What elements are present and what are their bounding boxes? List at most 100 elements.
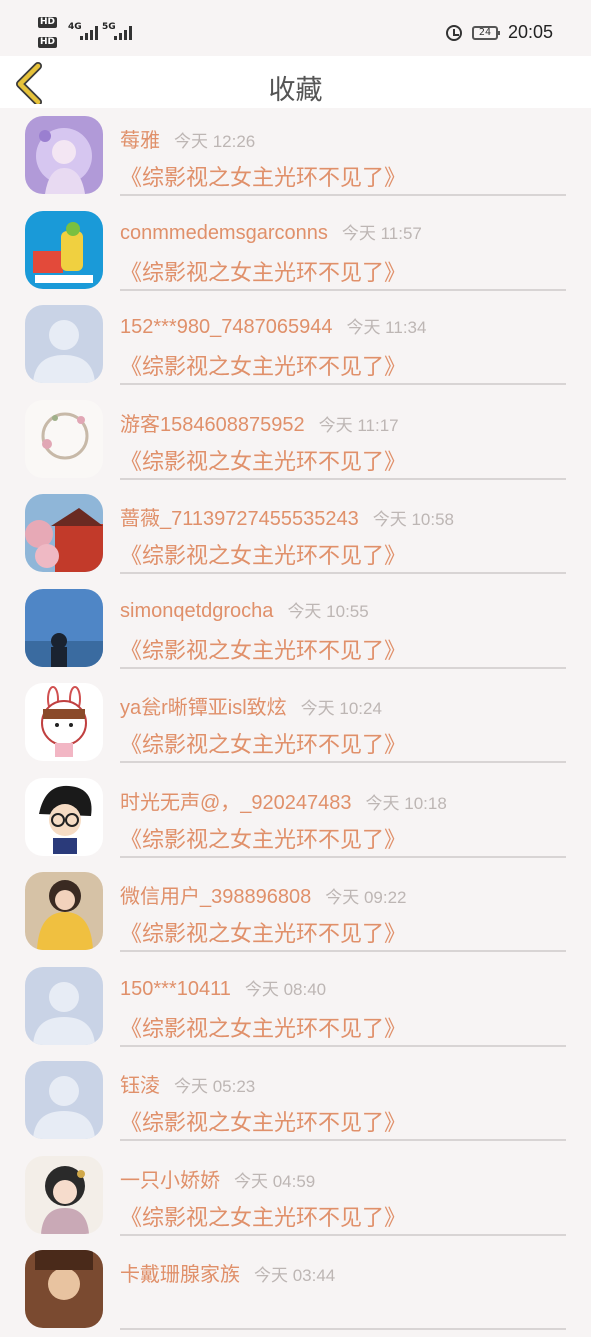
- timestamp: 今天 11:17: [318, 415, 399, 435]
- favorites-list: 莓雅 今天 12:26 《综影视之女主光环不见了》 conmmedemsgarconn…: [0, 108, 591, 1337]
- book-title[interactable]: 《综影视之女主光环不见了》: [120, 255, 406, 287]
- user-name-text: ya瓮r晰镡亚isl致炫: [120, 697, 287, 719]
- user-name: 一只小娇娇 今天 04:59: [120, 1164, 315, 1193]
- book-title[interactable]: 《综影视之女主光环不见了》: [120, 1011, 406, 1043]
- avatar[interactable]: [25, 1061, 103, 1139]
- user-name-text: 时光无声@，_920247483: [120, 791, 352, 814]
- list-item[interactable]: 时光无声@，_920247483 今天 10:18 《综影视之女主光环不见了》: [0, 770, 591, 865]
- divider: [120, 950, 566, 952]
- divider: [120, 855, 566, 858]
- divider: [120, 1139, 566, 1141]
- battery-icon: 24: [471, 25, 500, 40]
- divider: [120, 194, 566, 196]
- timestamp: 今天 10:24: [300, 699, 382, 718]
- divider: [120, 477, 566, 480]
- user-name-text: 游客1584608875952: [120, 413, 305, 436]
- user-name: 蔷薇_71139727455535243 今天 10:58: [120, 502, 454, 531]
- list-item[interactable]: 卡戴珊腺家族 今天 03:44: [0, 1242, 591, 1337]
- book-title[interactable]: 《综影视之女主光环不见了》: [120, 1200, 406, 1232]
- user-name-text: 152***980_7487065944: [120, 316, 333, 338]
- user-name-text: 卡戴珊腺家族: [120, 1264, 240, 1286]
- list-item[interactable]: 150***10411 今天 08:40 《综影视之女主光环不见了》: [0, 959, 591, 1054]
- list-item[interactable]: 一只小娇娇 今天 04:59 《综影视之女主光环不见了》: [0, 1148, 591, 1243]
- list-item[interactable]: 钰淩 今天 05:23 《综影视之女主光环不见了》: [0, 1053, 591, 1148]
- divider: [120, 288, 566, 291]
- book-title[interactable]: 《综影视之女主光环不见了》: [120, 1105, 406, 1137]
- avatar[interactable]: [25, 872, 103, 950]
- hd-badge-2: HD: [38, 37, 58, 48]
- avatar[interactable]: [25, 210, 103, 289]
- book-title[interactable]: 《综影视之女主光环不见了》: [120, 916, 406, 948]
- page-title: 收藏: [268, 75, 323, 106]
- avatar[interactable]: [25, 305, 103, 383]
- list-item[interactable]: 蔷薇_71139727455535243 今天 10:58 《综影视之女主光环不见了…: [0, 486, 591, 581]
- user-name-text: 钰淩: [120, 1075, 160, 1097]
- divider: [120, 383, 566, 385]
- timestamp: 今天 11:34: [346, 318, 427, 337]
- user-name: simonqetdgrocha 今天 10:55: [120, 597, 369, 623]
- book-title[interactable]: 《综影视之女主光环不见了》: [120, 727, 406, 759]
- timestamp: 今天 11:57: [341, 223, 422, 243]
- timestamp: 今天 04:59: [234, 1171, 316, 1191]
- avatar[interactable]: [25, 399, 103, 478]
- user-name-text: 莓雅: [120, 130, 160, 152]
- book-title[interactable]: 《综影视之女主光环不见了》: [120, 349, 406, 381]
- timestamp: 今天 09:22: [325, 888, 407, 907]
- user-name: 时光无声@，_920247483 今天 10:18: [120, 786, 447, 815]
- user-name: 钰淩 今天 05:23: [120, 1069, 255, 1098]
- divider: [120, 572, 566, 574]
- list-item[interactable]: 微信用户_398896808 今天 09:22 《综影视之女主光环不见了》: [0, 864, 591, 959]
- status-bar: HD HD 4G 5G 24 20:05: [0, 0, 591, 56]
- book-title[interactable]: 《综影视之女主光环不见了》: [120, 160, 406, 192]
- user-name-text: 一只小娇娇: [120, 1169, 220, 1192]
- user-name: 152***980_7487065944 今天 11:34: [120, 313, 426, 339]
- book-title[interactable]: 《综影视之女主光环不见了》: [120, 822, 406, 854]
- book-title[interactable]: 《综影视之女主光环不见了》: [120, 633, 406, 665]
- user-name: 游客1584608875952 今天 11:17: [120, 408, 399, 437]
- page-header: 收藏: [0, 56, 591, 108]
- signal-indicators: HD HD 4G 5G: [38, 14, 148, 50]
- list-item[interactable]: ya瓮r晰镡亚isl致炫 今天 10:24 《综影视之女主光环不见了》: [0, 675, 591, 770]
- hd-badge-1: HD: [38, 17, 58, 28]
- user-name: 微信用户_398896808 今天 09:22: [120, 880, 407, 909]
- list-item[interactable]: 152***980_7487065944 今天 11:34 《综影视之女主光环不见了…: [0, 297, 591, 392]
- list-item[interactable]: 游客1584608875952 今天 11:17 《综影视之女主光环不见了》: [0, 392, 591, 487]
- signal-bars-1-icon: [80, 26, 98, 40]
- timestamp: 今天 10:55: [287, 601, 369, 621]
- user-name: 莓雅 今天 12:26: [120, 124, 255, 153]
- divider: [120, 1328, 566, 1330]
- timestamp: 今天 05:23: [174, 1077, 256, 1096]
- book-title[interactable]: 《综影视之女主光环不见了》: [120, 444, 406, 476]
- user-name: 150***10411 今天 08:40: [120, 975, 326, 1001]
- user-name: 卡戴珊腺家族 今天 03:44: [120, 1258, 335, 1287]
- avatar[interactable]: [25, 777, 103, 856]
- avatar[interactable]: [25, 1250, 103, 1328]
- alarm-icon: [445, 24, 462, 41]
- avatar[interactable]: [25, 683, 103, 761]
- timestamp: 今天 12:26: [174, 132, 256, 151]
- divider: [120, 1044, 566, 1047]
- user-name: conmmedemsgarconns 今天 11:57: [120, 219, 422, 245]
- timestamp: 今天 10:18: [365, 793, 447, 813]
- avatar[interactable]: [25, 494, 103, 572]
- user-name: ya瓮r晰镡亚isl致炫 今天 10:24: [120, 691, 382, 720]
- divider: [120, 761, 566, 763]
- signal-bars-2-icon: [114, 26, 132, 40]
- timestamp: 今天 10:58: [372, 510, 454, 529]
- avatar[interactable]: [25, 116, 103, 194]
- user-name-text: 150***10411: [120, 977, 231, 1000]
- divider: [120, 1233, 566, 1236]
- user-name-text: 微信用户_398896808: [120, 886, 312, 908]
- user-name-text: 蔷薇_71139727455535243: [120, 508, 359, 530]
- list-item[interactable]: simonqetdgrocha 今天 10:55 《综影视之女主光环不见了》: [0, 581, 591, 676]
- avatar[interactable]: [25, 966, 103, 1045]
- avatar[interactable]: [25, 588, 103, 667]
- avatar[interactable]: [25, 1155, 103, 1234]
- list-item[interactable]: 莓雅 今天 12:26 《综影视之女主光环不见了》: [0, 108, 591, 203]
- user-name-text: conmmedemsgarconns: [120, 221, 328, 244]
- list-item[interactable]: conmmedemsgarconns 今天 11:57 《综影视之女主光环不见了》: [0, 203, 591, 298]
- book-title[interactable]: 《综影视之女主光环不见了》: [120, 538, 406, 570]
- user-name-text: simonqetdgrocha: [120, 599, 274, 622]
- clock: 20:05: [507, 22, 553, 42]
- divider: [120, 666, 566, 669]
